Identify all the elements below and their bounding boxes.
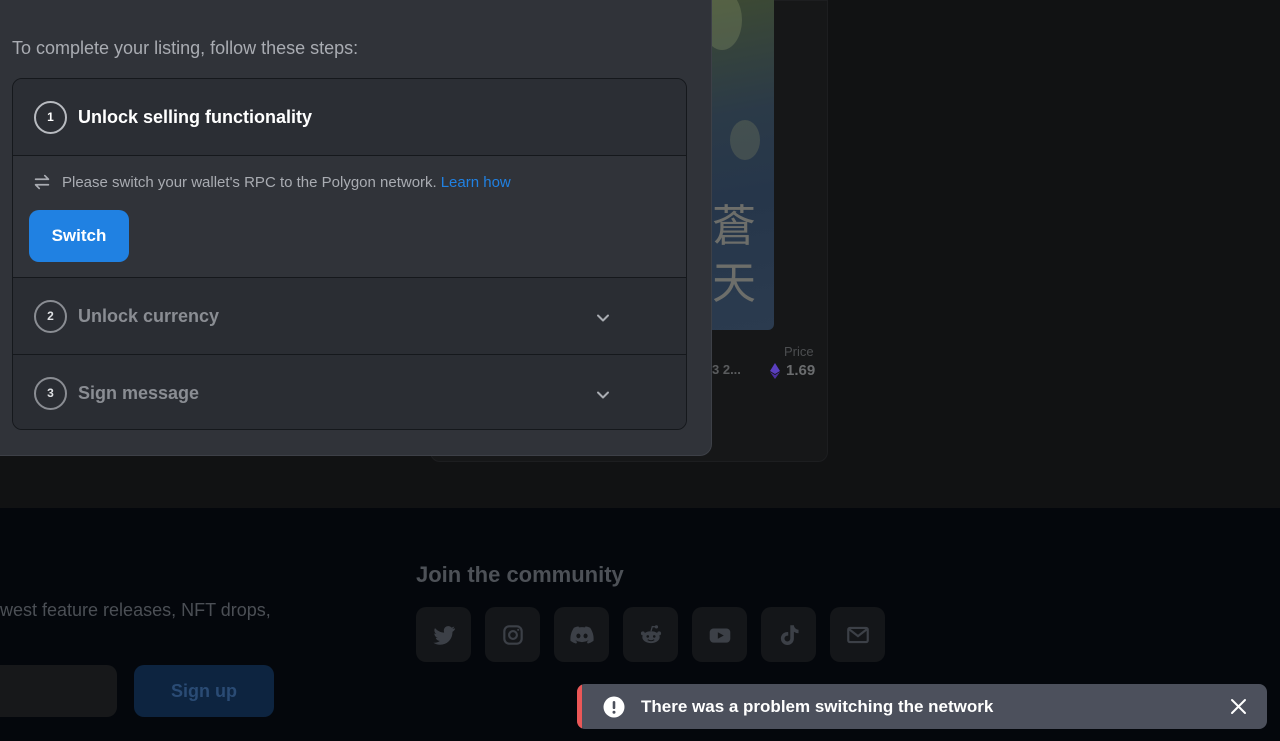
asset-name: 3 2... [712, 362, 741, 377]
step-unlock-currency[interactable]: 2 Unlock currency [13, 278, 686, 355]
youtube-icon [709, 628, 730, 643]
step-unlock-selling[interactable]: 1 Unlock selling functionality [13, 79, 686, 156]
tiktok-icon [780, 624, 799, 645]
email-icon [846, 626, 869, 643]
error-toast: There was a problem switching the networ… [577, 684, 1267, 729]
instagram-icon [502, 624, 523, 645]
toast-accent-bar [577, 684, 582, 729]
price-amount: 1.69 [786, 362, 816, 379]
eth-icon [770, 362, 780, 379]
swap-arrows-icon [34, 174, 50, 190]
listing-modal: To complete your listing, follow these s… [0, 0, 712, 456]
step-title: Sign message [78, 382, 200, 403]
discord-link[interactable] [554, 607, 609, 662]
step-title: Unlock currency [78, 305, 220, 326]
switch-network-button[interactable]: Switch [29, 210, 129, 262]
signup-button[interactable]: Sign up [134, 665, 274, 717]
chevron-down-icon[interactable] [593, 385, 613, 405]
learn-how-link[interactable]: Learn how [441, 174, 511, 191]
toast-message: There was a problem switching the networ… [641, 696, 994, 716]
price-label: Price [784, 344, 814, 359]
listing-steps: 1 Unlock selling functionality Please sw… [12, 78, 687, 430]
newsletter-text: west feature releases, NFT drops, [0, 600, 271, 620]
chevron-down-icon[interactable] [593, 308, 613, 328]
modal-intro: To complete your listing, follow these s… [12, 38, 359, 58]
discord-icon [569, 625, 594, 644]
art-glyph: 天 [712, 258, 756, 309]
rpc-message: Please switch your wallet's RPC to the P… [31, 171, 511, 193]
alert-icon [603, 696, 625, 717]
step-number: 1 [34, 100, 67, 134]
step-number: 3 [34, 376, 67, 410]
step-title: Unlock selling functionality [78, 106, 313, 127]
step-unlock-selling-body: Please switch your wallet's RPC to the P… [13, 156, 686, 278]
twitter-icon [432, 625, 455, 645]
email-link[interactable] [830, 607, 885, 662]
newsletter-email-input[interactable] [0, 665, 117, 717]
instagram-link[interactable] [485, 607, 540, 662]
reddit-link[interactable] [623, 607, 678, 662]
step-sign-message[interactable]: 3 Sign message [13, 355, 686, 429]
close-icon[interactable] [1229, 697, 1248, 716]
reddit-icon [640, 624, 661, 643]
community-title: Join the community [416, 562, 624, 587]
price-value: 1.69 [770, 362, 815, 379]
twitter-link[interactable] [416, 607, 471, 662]
art-glyph: 蒼 [712, 201, 756, 252]
tiktok-link[interactable] [761, 607, 816, 662]
social-links [416, 607, 885, 662]
step-number: 2 [34, 299, 67, 333]
youtube-link[interactable] [692, 607, 747, 662]
rpc-message-text: Please switch your wallet's RPC to the P… [62, 173, 437, 191]
